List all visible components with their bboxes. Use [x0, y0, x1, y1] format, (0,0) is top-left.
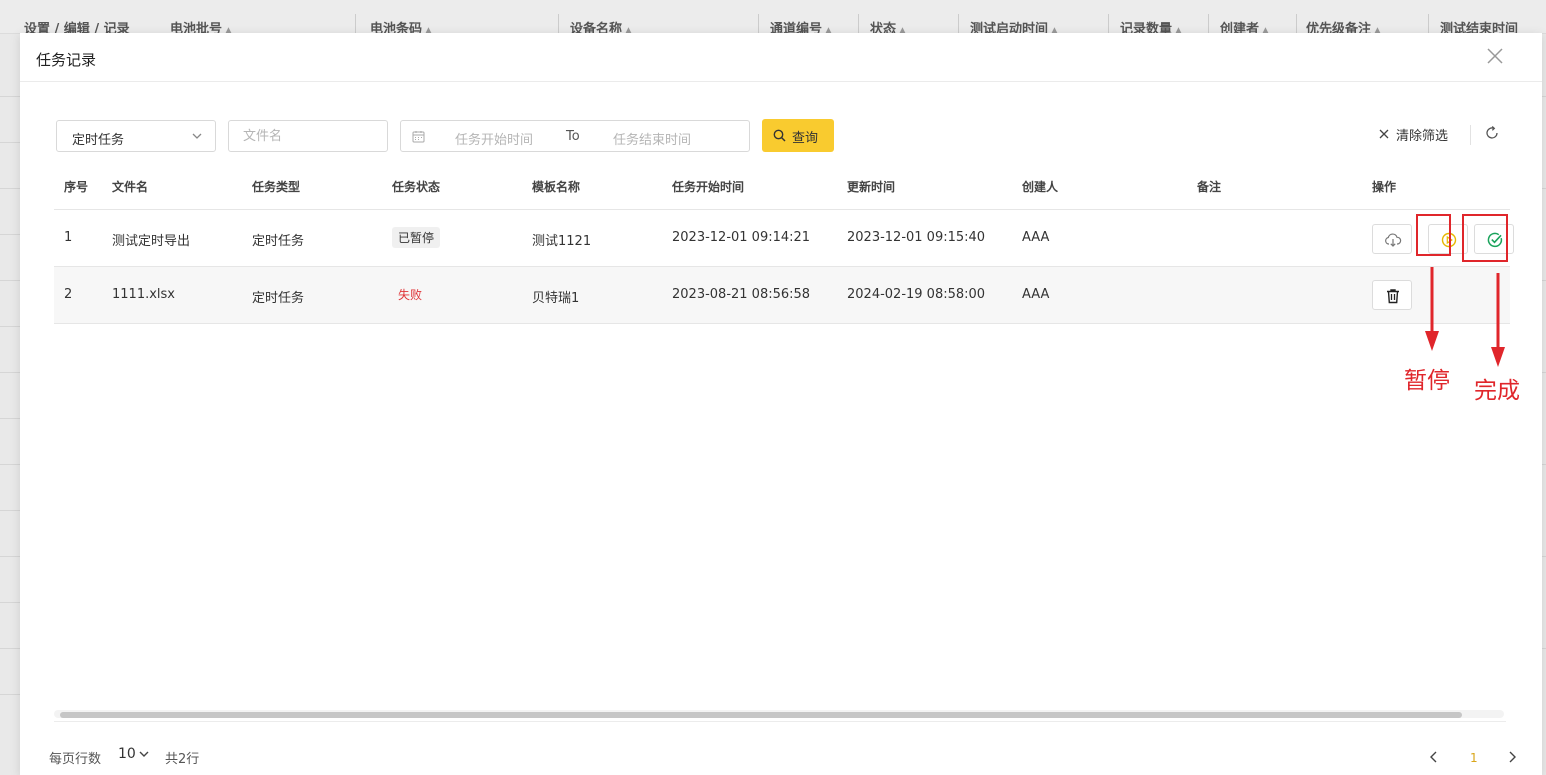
row-task-type: 定时任务 [252, 291, 305, 306]
bg-col-divider [1108, 14, 1109, 34]
bg-row-divider [0, 648, 20, 649]
calendar-icon [412, 131, 425, 143]
column-header-index: 序号 [64, 180, 89, 194]
bg-row-divider [0, 326, 20, 327]
column-header-filename: 文件名 [112, 180, 149, 194]
modal-header: 任务记录 [20, 33, 1542, 82]
row-creator: AAA [1022, 230, 1050, 245]
page-size-select[interactable]: 10 [118, 746, 149, 762]
row-update-time: 2023-12-01 09:15:40 [847, 230, 986, 245]
refresh-icon[interactable] [1484, 125, 1500, 141]
query-button-label: 查询 [792, 130, 819, 145]
column-header-actions: 操作 [1372, 180, 1397, 194]
row-start-time: 2023-12-01 09:14:21 [672, 230, 811, 245]
total-rows-label: 共2行 [165, 752, 200, 767]
range-separator: To [566, 129, 580, 144]
row-task-type: 定时任务 [252, 234, 305, 249]
footer-divider [54, 721, 1506, 722]
bg-row-divider [0, 234, 20, 235]
bg-row-divider [1542, 188, 1546, 189]
search-icon [773, 129, 786, 142]
pause-annotation-label: 暂停 [1404, 368, 1450, 394]
column-header-creator: 创建人 [1022, 180, 1059, 194]
bg-col-divider [1428, 14, 1429, 34]
trash-icon [1387, 289, 1399, 304]
bg-row-divider [0, 96, 20, 97]
chevron-left-icon[interactable] [1427, 750, 1441, 764]
bg-row-divider [1542, 648, 1546, 649]
page-size-value: 10 [118, 746, 136, 762]
row-start-time: 2023-08-21 08:56:58 [672, 287, 811, 302]
delete-button[interactable] [1372, 280, 1412, 310]
bg-row-divider [1542, 372, 1546, 373]
row-filename: 1111.xlsx [112, 287, 175, 302]
bg-row-divider [0, 188, 20, 189]
complete-annotation-label: 完成 [1474, 378, 1520, 404]
column-header-update-time: 更新时间 [847, 180, 896, 194]
task-date-range-picker[interactable]: 任务开始时间 To 任务结束时间 [400, 120, 750, 152]
complete-highlight-box [1462, 214, 1508, 262]
column-header-note: 备注 [1197, 180, 1222, 194]
bg-col-divider [355, 14, 356, 34]
column-header-task-type: 任务类型 [252, 180, 301, 194]
pause-highlight-box [1416, 214, 1451, 256]
modal-title: 任务记录 [36, 51, 97, 69]
chevron-down-icon [192, 133, 202, 139]
task-type-select[interactable]: 定时任务 [56, 120, 216, 152]
bg-col-divider [758, 14, 759, 34]
rows-per-page-label: 每页行数 [49, 752, 102, 767]
column-header-template: 模板名称 [532, 180, 581, 194]
clear-filters-label: 清除筛选 [1396, 129, 1449, 144]
status-badge: 已暂停 [392, 227, 441, 248]
bg-row-divider [0, 142, 20, 143]
download-button[interactable] [1372, 224, 1412, 254]
close-icon [1379, 129, 1389, 139]
table-row: 1 测试定时导出 定时任务 已暂停 测试1121 2023-12-01 09:1… [54, 210, 1514, 267]
bg-row-divider [1542, 96, 1546, 97]
chevron-right-icon[interactable] [1505, 750, 1519, 764]
bg-col-divider [558, 14, 559, 34]
filename-input[interactable] [228, 120, 388, 152]
status-badge: 失败 [398, 288, 423, 302]
bg-row-divider [0, 464, 20, 465]
bg-row-divider [0, 556, 20, 557]
query-button[interactable]: 查询 [762, 119, 834, 152]
bg-row-divider [0, 280, 20, 281]
row-index: 2 [64, 287, 73, 302]
bg-row-divider [0, 694, 20, 695]
column-header-start-time: 任务开始时间 [672, 180, 745, 194]
chevron-down-icon [139, 751, 149, 757]
row-template: 测试1121 [532, 234, 592, 249]
horizontal-scrollbar[interactable] [60, 712, 1462, 718]
row-creator: AAA [1022, 287, 1050, 302]
start-time-placeholder[interactable]: 任务开始时间 [455, 129, 533, 148]
close-icon[interactable] [1484, 45, 1506, 67]
bg-row-divider [0, 602, 20, 603]
column-header-task-status: 任务状态 [392, 180, 441, 194]
bg-row-divider [0, 510, 20, 511]
row-index: 1 [64, 230, 73, 245]
pause-arrow-icon [1425, 267, 1439, 351]
row-update-time: 2024-02-19 08:58:00 [847, 287, 986, 302]
toolbar-divider [1470, 125, 1471, 145]
bg-row-divider [0, 418, 20, 419]
background-table-header: 设置 / 编辑 / 记录 电池批号 ▲ 电池条码 ▲ 设备名称 ▲ 通道编号 ▲ 状态 ▲… [0, 0, 1546, 37]
bg-row-divider [0, 372, 20, 373]
bg-col-divider [958, 14, 959, 34]
bg-row-divider [1542, 464, 1546, 465]
row-template: 贝特瑞1 [532, 291, 580, 306]
cloud-download-icon [1385, 233, 1402, 247]
bg-col-divider [1296, 14, 1297, 34]
task-type-value: 定时任务 [72, 133, 125, 148]
end-time-placeholder[interactable]: 任务结束时间 [613, 129, 691, 148]
task-records-modal: 任务记录 定时任务 任务开始时间 To 任务结束时间 查询 清除筛选 [20, 33, 1542, 775]
bg-col-divider [858, 14, 859, 34]
current-page-number[interactable]: 1 [1470, 751, 1478, 765]
bg-row-divider [1542, 556, 1546, 557]
row-filename: 测试定时导出 [112, 234, 191, 249]
bg-row-divider [1542, 280, 1546, 281]
table-row: 2 1111.xlsx 定时任务 失败 贝特瑞1 2023-08-21 08:5… [54, 267, 1510, 324]
complete-arrow-icon [1491, 273, 1505, 367]
bg-col-divider [1208, 14, 1209, 34]
